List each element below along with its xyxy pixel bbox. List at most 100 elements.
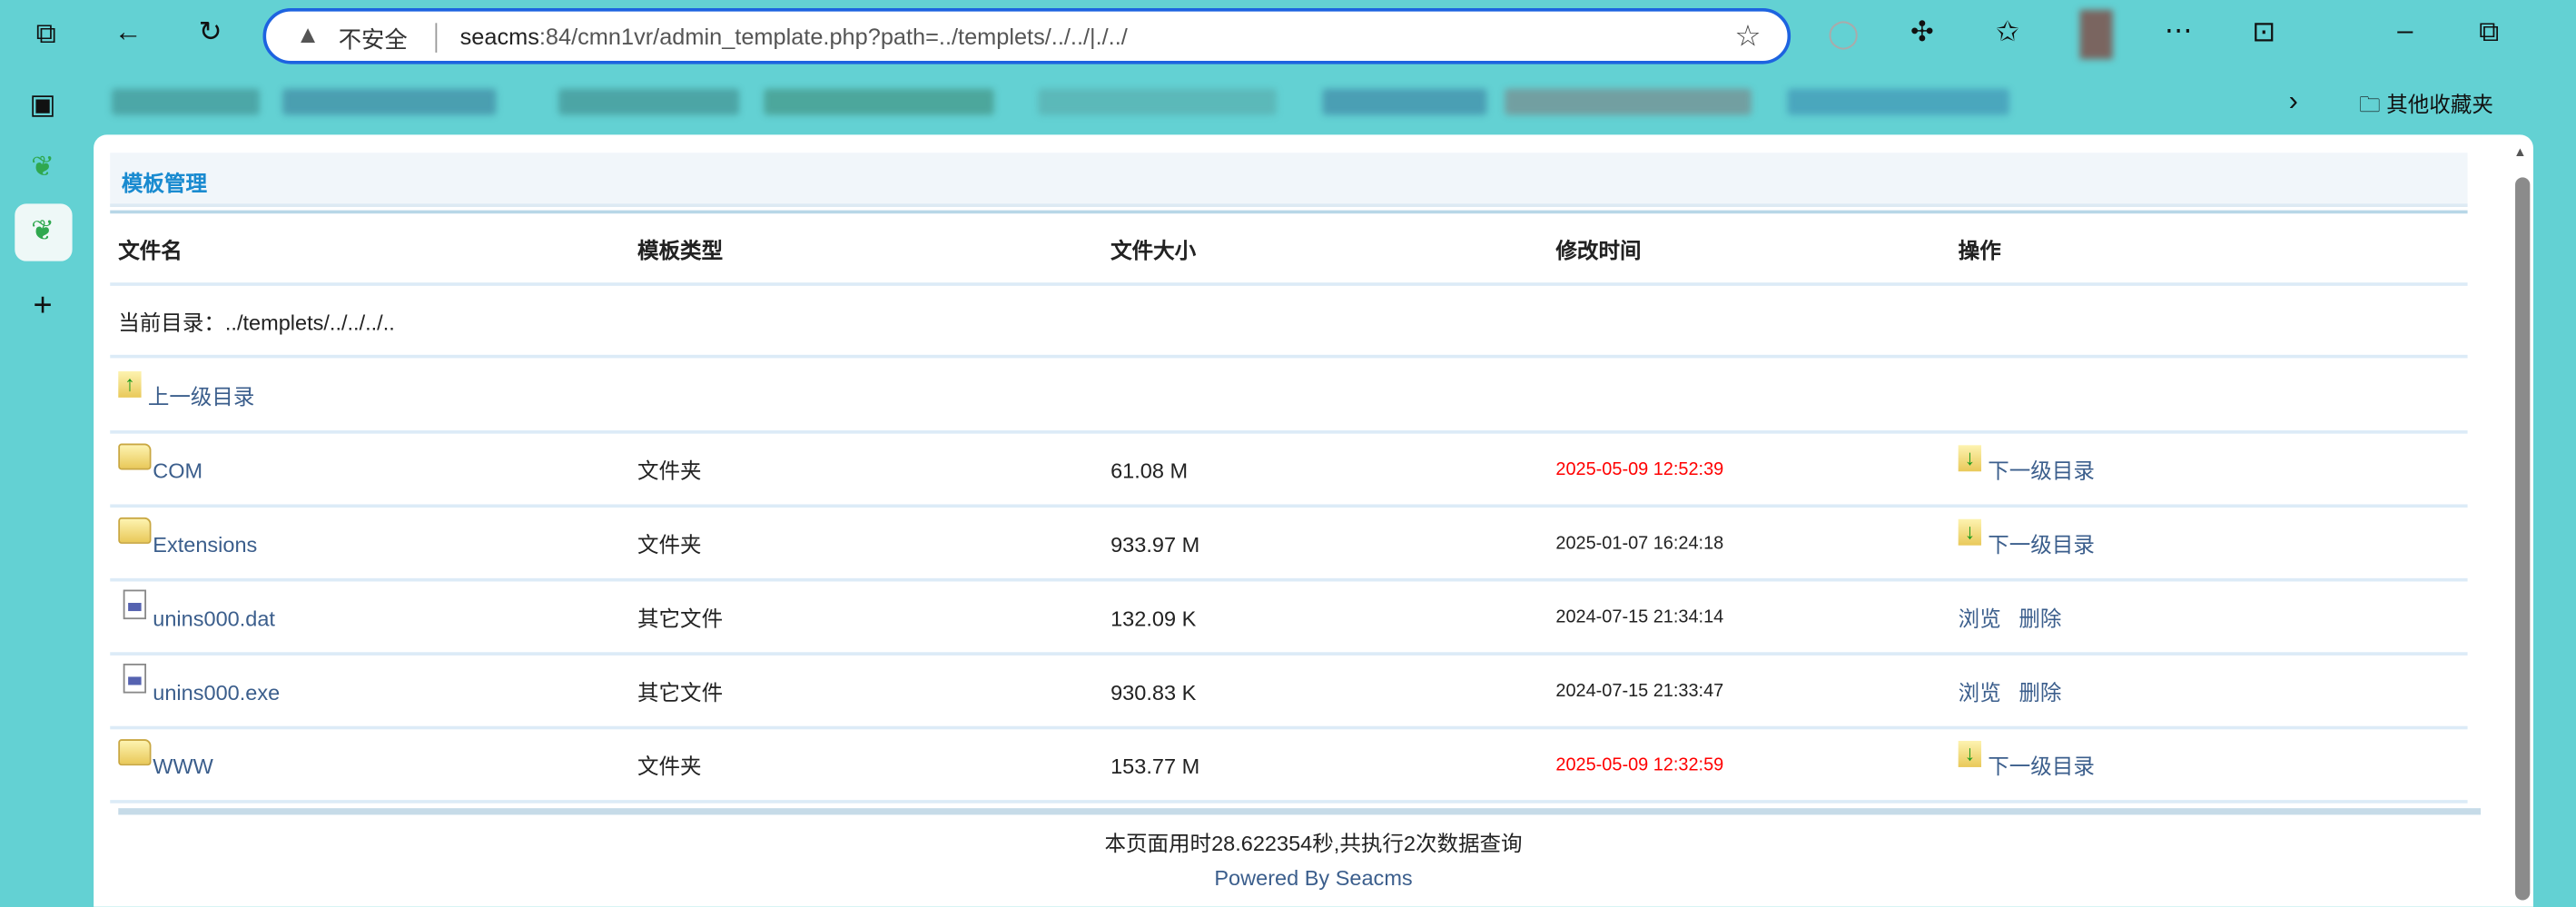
- bookmark-item[interactable]: [112, 88, 260, 115]
- parent-dir-label: 上一级目录: [147, 384, 255, 409]
- modified-time: 2025-01-07 16:24:18: [1555, 534, 1724, 554]
- subdir-label: 下一级目录: [1988, 754, 2095, 779]
- delete-link[interactable]: 删除: [2018, 680, 2061, 705]
- file-name-link[interactable]: Extensions: [118, 508, 257, 581]
- tab-actions-icon[interactable]: ▣: [26, 89, 59, 122]
- app-leaf-icon[interactable]: ❦: [26, 151, 59, 183]
- file-name-link[interactable]: COM: [118, 434, 202, 508]
- subdir-link[interactable]: ↓下一级目录: [1958, 740, 2095, 779]
- file-size: 930.83 K: [1110, 680, 1197, 705]
- footer-stats: 本页面用时28.622354秒,共执行2次数据查询: [1104, 831, 1523, 856]
- folder-down-icon: ↓: [1958, 740, 1982, 767]
- chevron-right-icon[interactable]: ›: [2277, 85, 2310, 118]
- file-size: 132.09 K: [1110, 606, 1197, 631]
- actions: ↓下一级目录: [1958, 434, 2095, 508]
- warning-icon[interactable]: ▲: [296, 22, 321, 50]
- divider: [110, 354, 2468, 359]
- folder-icon: [118, 443, 152, 470]
- other-bookmarks-label: 其他收藏夹: [2386, 92, 2493, 117]
- avatar[interactable]: [2079, 9, 2113, 60]
- actions: ↓下一级目录: [1958, 729, 2095, 803]
- folder-icon: [118, 739, 152, 766]
- actions: 浏览 删除: [1959, 656, 2062, 729]
- favorites-icon[interactable]: ✩: [1991, 16, 2024, 49]
- modified-time: 2024-07-15 21:33:47: [1555, 681, 1724, 702]
- file-name-link[interactable]: WWW: [118, 729, 213, 803]
- col-header: 修改时间: [1555, 238, 1642, 263]
- view-link[interactable]: 浏览: [1959, 680, 2001, 705]
- add-icon[interactable]: +: [26, 289, 59, 321]
- bookmark-item[interactable]: [558, 88, 740, 115]
- scrollbar[interactable]: [2515, 177, 2531, 901]
- star-icon[interactable]: ☆: [1734, 20, 1761, 54]
- parent-dir-row[interactable]: ↑上一级目录: [110, 360, 2467, 433]
- col-header: 文件名: [118, 238, 183, 263]
- file-type: 文件夹: [637, 754, 702, 779]
- bookmark-item[interactable]: [764, 88, 994, 115]
- file-name: Extensions: [153, 532, 258, 557]
- folder-down-icon: ↓: [1958, 518, 1982, 546]
- table-header: 文件名 模板类型 文件大小 修改时间 操作: [110, 213, 2467, 287]
- bookmark-item[interactable]: [282, 88, 497, 115]
- bookmark-item[interactable]: [1787, 88, 2009, 115]
- col-header: 文件大小: [1110, 238, 1197, 263]
- refresh-icon[interactable]: ↻: [193, 16, 226, 49]
- modified-time: 2024-07-15 21:34:14: [1555, 607, 1724, 628]
- subdir-link[interactable]: ↓下一级目录: [1958, 445, 2095, 483]
- modified-time: 2025-05-09 12:32:59: [1555, 755, 1724, 775]
- file-type: 其它文件: [637, 680, 724, 705]
- current-dir-row: 当前目录：../templets/../../../..: [110, 286, 2467, 360]
- file-name: COM: [153, 458, 203, 483]
- security-label[interactable]: 不安全: [339, 23, 408, 55]
- profile-circle-icon[interactable]: ◯: [1827, 18, 1860, 51]
- subdir-link[interactable]: ↓下一级目录: [1958, 518, 2095, 557]
- file-icon: [123, 663, 147, 694]
- url-host: seacms: [459, 23, 539, 50]
- more-icon[interactable]: ⋯: [2162, 15, 2195, 47]
- file-icon: [123, 589, 147, 620]
- table-row: WWW 文件夹 153.77 M 2025-05-09 12:32:59 ↓下一…: [110, 729, 2467, 803]
- col-header: 模板类型: [637, 238, 724, 263]
- file-name: unins000.dat: [153, 606, 275, 631]
- file-name-link[interactable]: unins000.exe: [118, 656, 280, 729]
- url-text[interactable]: seacms:84/cmn1vr/admin_template.php?path…: [460, 23, 1128, 49]
- file-name-link[interactable]: unins000.dat: [118, 581, 275, 655]
- view-link[interactable]: 浏览: [1959, 606, 2001, 631]
- table-row: Extensions 文件夹 933.97 M 2025-01-07 16:24…: [110, 508, 2467, 581]
- folder-icon: [118, 517, 152, 544]
- sidebar-icon[interactable]: ⊡: [2247, 16, 2280, 49]
- folder-down-icon: ↓: [1958, 445, 1982, 472]
- subdir-label: 下一级目录: [1988, 458, 2095, 483]
- table-row: COM 文件夹 61.08 M 2025-05-09 12:52:39 ↓下一级…: [110, 434, 2467, 508]
- panel-title-bar: 模板管理: [110, 153, 2468, 207]
- bookmark-item[interactable]: [1505, 88, 1752, 115]
- file-name: unins000.exe: [153, 680, 281, 705]
- scroll-up-icon[interactable]: ▲: [2513, 144, 2526, 159]
- file-size: 933.97 M: [1110, 532, 1200, 557]
- table-row: unins000.exe 其它文件 930.83 K 2024-07-15 21…: [110, 656, 2467, 729]
- address-bar[interactable]: ▲ 不安全 seacms:84/cmn1vr/admin_template.ph…: [262, 8, 1791, 64]
- url-path: :84/cmn1vr/admin_template.php?path=../te…: [538, 23, 1128, 50]
- table-row: unins000.dat 其它文件 132.09 K 2024-07-15 21…: [110, 581, 2467, 655]
- sidebar-app-active[interactable]: ❦: [15, 203, 73, 261]
- minimize-icon[interactable]: –: [2389, 15, 2422, 47]
- other-bookmarks[interactable]: 🗀 其他收藏夹: [2359, 87, 2493, 126]
- file-name: WWW: [153, 754, 213, 779]
- extensions-icon[interactable]: ✣: [1906, 16, 1939, 49]
- file-type: 文件夹: [637, 532, 702, 557]
- back-icon[interactable]: ←: [112, 16, 144, 49]
- workspaces-icon[interactable]: ⧉: [30, 18, 63, 51]
- col-header: 操作: [1958, 238, 2001, 263]
- file-type: 其它文件: [637, 606, 724, 631]
- divider: [435, 23, 438, 53]
- parent-dir-link[interactable]: ↑上一级目录: [118, 360, 254, 433]
- subdir-label: 下一级目录: [1988, 532, 2095, 557]
- bookmark-item[interactable]: [1038, 88, 1277, 115]
- page-title: 模板管理: [121, 171, 208, 196]
- bookmark-item[interactable]: [1322, 88, 1487, 115]
- actions: ↓下一级目录: [1958, 508, 2095, 581]
- delete-link[interactable]: 删除: [2018, 606, 2061, 631]
- folder-icon: 🗀: [2359, 92, 2381, 117]
- maximize-icon[interactable]: ⧉: [2472, 16, 2505, 49]
- file-size: 153.77 M: [1110, 754, 1200, 779]
